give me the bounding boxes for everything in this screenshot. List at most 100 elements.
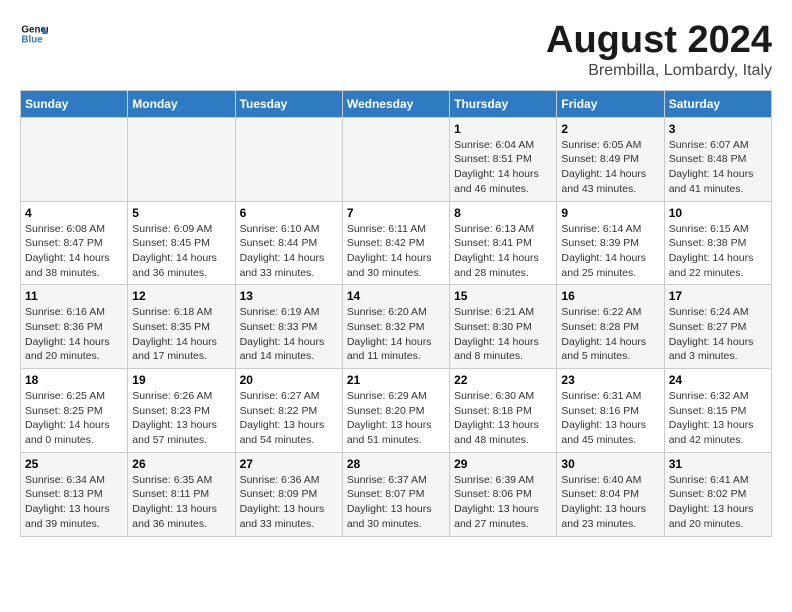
calendar-cell-4: 4Sunrise: 6:08 AMSunset: 8:47 PMDaylight… (21, 201, 128, 285)
calendar-cell-8: 8 Sunrise: 6:13 AMSunset: 8:41 PMDaylight… (450, 201, 557, 285)
day-number: 8 (454, 206, 552, 220)
day-number: 22 (454, 373, 552, 387)
calendar-cell-27: 27Sunrise: 6:36 AMSunset: 8:09 PMDayligh… (235, 452, 342, 536)
calendar-cell-11: 11 Sunrise: 6:16 AMSunset: 8:36 PMDayligh… (21, 285, 128, 369)
calendar-cell-6: 6 Sunrise: 6:10 AMSunset: 8:44 PMDaylight… (235, 201, 342, 285)
day-number: 3 (669, 122, 767, 136)
calendar-cell-24: 24 Sunrise: 6:32 AMSunset: 8:15 PMDayligh… (664, 369, 771, 453)
calendar-cell-7: 7Sunrise: 6:11 AMSunset: 8:42 PMDaylight… (342, 201, 449, 285)
calendar-body: 1Sunrise: 6:04 AMSunset: 8:51 PMDaylight… (21, 117, 772, 536)
calendar-cell-14: 14 Sunrise: 6:20 AMSunset: 8:32 PMDayligh… (342, 285, 449, 369)
day-info: Sunrise: 6:36 AMSunset: 8:09 PMDaylight:… (240, 473, 338, 532)
day-number: 11 (25, 289, 123, 303)
calendar-cell-15: 15 Sunrise: 6:21 AMSunset: 8:30 PMDayligh… (450, 285, 557, 369)
subtitle: Brembilla, Lombardy, Italy (546, 62, 772, 80)
calendar-week-1: 1Sunrise: 6:04 AMSunset: 8:51 PMDaylight… (21, 117, 772, 201)
day-number: 2 (561, 122, 659, 136)
calendar-header-saturday: Saturday (664, 90, 771, 117)
day-info: Sunrise: 6:20 AMSunset: 8:32 PMDaylight:… (347, 305, 445, 364)
day-number: 14 (347, 289, 445, 303)
calendar-cell-9: 9 Sunrise: 6:14 AMSunset: 8:39 PMDaylight… (557, 201, 664, 285)
day-info: Sunrise: 6:15 AMSunset: 8:38 PMDaylight:… (669, 222, 767, 281)
calendar-header-thursday: Thursday (450, 90, 557, 117)
calendar-week-3: 11 Sunrise: 6:16 AMSunset: 8:36 PMDayligh… (21, 285, 772, 369)
day-info: Sunrise: 6:41 AMSunset: 8:02 PMDaylight:… (669, 473, 767, 532)
day-number: 30 (561, 457, 659, 471)
day-number: 5 (132, 206, 230, 220)
calendar-header-wednesday: Wednesday (342, 90, 449, 117)
day-number: 17 (669, 289, 767, 303)
calendar-cell-1: 1Sunrise: 6:04 AMSunset: 8:51 PMDaylight… (450, 117, 557, 201)
day-number: 21 (347, 373, 445, 387)
calendar-cell-empty (128, 117, 235, 201)
calendar-header-tuesday: Tuesday (235, 90, 342, 117)
day-info: Sunrise: 6:39 AMSunset: 8:06 PMDaylight:… (454, 473, 552, 532)
calendar-cell-17: 17 Sunrise: 6:24 AMSunset: 8:27 PMDayligh… (664, 285, 771, 369)
calendar-header-friday: Friday (557, 90, 664, 117)
calendar-cell-2: 2 Sunrise: 6:05 AMSunset: 8:49 PMDaylight… (557, 117, 664, 201)
day-number: 6 (240, 206, 338, 220)
calendar-week-4: 18 Sunrise: 6:25 AMSunset: 8:25 PMDayligh… (21, 369, 772, 453)
day-number: 13 (240, 289, 338, 303)
day-number: 26 (132, 457, 230, 471)
calendar-cell-empty (235, 117, 342, 201)
day-info: Sunrise: 6:22 AMSunset: 8:28 PMDaylight:… (561, 305, 659, 364)
calendar-cell-29: 29 Sunrise: 6:39 AMSunset: 8:06 PMDayligh… (450, 452, 557, 536)
page-header: General Blue August 2024 Brembilla, Lomb… (20, 20, 772, 80)
logo-icon: General Blue (20, 20, 48, 48)
calendar-week-5: 25 Sunrise: 6:34 AMSunset: 8:13 PMDayligh… (21, 452, 772, 536)
calendar-cell-3: 3 Sunrise: 6:07 AMSunset: 8:48 PMDaylight… (664, 117, 771, 201)
day-number: 29 (454, 457, 552, 471)
day-info: Sunrise: 6:34 AMSunset: 8:13 PMDaylight:… (25, 473, 123, 532)
day-number: 15 (454, 289, 552, 303)
day-info: Sunrise: 6:19 AMSunset: 8:33 PMDaylight:… (240, 305, 338, 364)
day-number: 18 (25, 373, 123, 387)
day-number: 16 (561, 289, 659, 303)
day-info: Sunrise: 6:30 AMSunset: 8:18 PMDaylight:… (454, 389, 552, 448)
calendar-week-2: 4Sunrise: 6:08 AMSunset: 8:47 PMDaylight… (21, 201, 772, 285)
day-info: Sunrise: 6:25 AMSunset: 8:25 PMDaylight:… (25, 389, 123, 448)
day-number: 19 (132, 373, 230, 387)
day-info: Sunrise: 6:08 AMSunset: 8:47 PMDaylight:… (25, 222, 123, 281)
day-info: Sunrise: 6:24 AMSunset: 8:27 PMDaylight:… (669, 305, 767, 364)
day-info: Sunrise: 6:32 AMSunset: 8:15 PMDaylight:… (669, 389, 767, 448)
day-info: Sunrise: 6:14 AMSunset: 8:39 PMDaylight:… (561, 222, 659, 281)
calendar-cell-18: 18 Sunrise: 6:25 AMSunset: 8:25 PMDayligh… (21, 369, 128, 453)
day-info: Sunrise: 6:21 AMSunset: 8:30 PMDaylight:… (454, 305, 552, 364)
day-info: Sunrise: 6:35 AMSunset: 8:11 PMDaylight:… (132, 473, 230, 532)
calendar-cell-26: 26 Sunrise: 6:35 AMSunset: 8:11 PMDayligh… (128, 452, 235, 536)
day-info: Sunrise: 6:16 AMSunset: 8:36 PMDaylight:… (25, 305, 123, 364)
day-info: Sunrise: 6:11 AMSunset: 8:42 PMDaylight:… (347, 222, 445, 281)
calendar-cell-12: 12Sunrise: 6:18 AMSunset: 8:35 PMDayligh… (128, 285, 235, 369)
day-number: 1 (454, 122, 552, 136)
calendar-cell-empty (342, 117, 449, 201)
main-title: August 2024 (546, 20, 772, 62)
day-info: Sunrise: 6:05 AMSunset: 8:49 PMDaylight:… (561, 138, 659, 197)
calendar-cell-16: 16 Sunrise: 6:22 AMSunset: 8:28 PMDayligh… (557, 285, 664, 369)
calendar-cell-empty (21, 117, 128, 201)
svg-text:Blue: Blue (21, 34, 43, 45)
day-info: Sunrise: 6:09 AMSunset: 8:45 PMDaylight:… (132, 222, 230, 281)
logo: General Blue (20, 20, 48, 48)
day-number: 25 (25, 457, 123, 471)
day-info: Sunrise: 6:13 AMSunset: 8:41 PMDaylight:… (454, 222, 552, 281)
day-number: 9 (561, 206, 659, 220)
calendar-header-row: SundayMondayTuesdayWednesdayThursdayFrid… (21, 90, 772, 117)
calendar-cell-20: 20Sunrise: 6:27 AMSunset: 8:22 PMDayligh… (235, 369, 342, 453)
title-block: August 2024 Brembilla, Lombardy, Italy (546, 20, 772, 80)
day-number: 10 (669, 206, 767, 220)
calendar-cell-5: 5 Sunrise: 6:09 AMSunset: 8:45 PMDaylight… (128, 201, 235, 285)
calendar-cell-31: 31 Sunrise: 6:41 AMSunset: 8:02 PMDayligh… (664, 452, 771, 536)
calendar-table: SundayMondayTuesdayWednesdayThursdayFrid… (20, 90, 772, 537)
calendar-cell-10: 10 Sunrise: 6:15 AMSunset: 8:38 PMDayligh… (664, 201, 771, 285)
day-number: 28 (347, 457, 445, 471)
day-number: 31 (669, 457, 767, 471)
calendar-cell-21: 21Sunrise: 6:29 AMSunset: 8:20 PMDayligh… (342, 369, 449, 453)
calendar-header-sunday: Sunday (21, 90, 128, 117)
day-number: 24 (669, 373, 767, 387)
calendar-header-monday: Monday (128, 90, 235, 117)
calendar-cell-13: 13 Sunrise: 6:19 AMSunset: 8:33 PMDayligh… (235, 285, 342, 369)
day-info: Sunrise: 6:37 AMSunset: 8:07 PMDaylight:… (347, 473, 445, 532)
day-info: Sunrise: 6:10 AMSunset: 8:44 PMDaylight:… (240, 222, 338, 281)
day-info: Sunrise: 6:07 AMSunset: 8:48 PMDaylight:… (669, 138, 767, 197)
